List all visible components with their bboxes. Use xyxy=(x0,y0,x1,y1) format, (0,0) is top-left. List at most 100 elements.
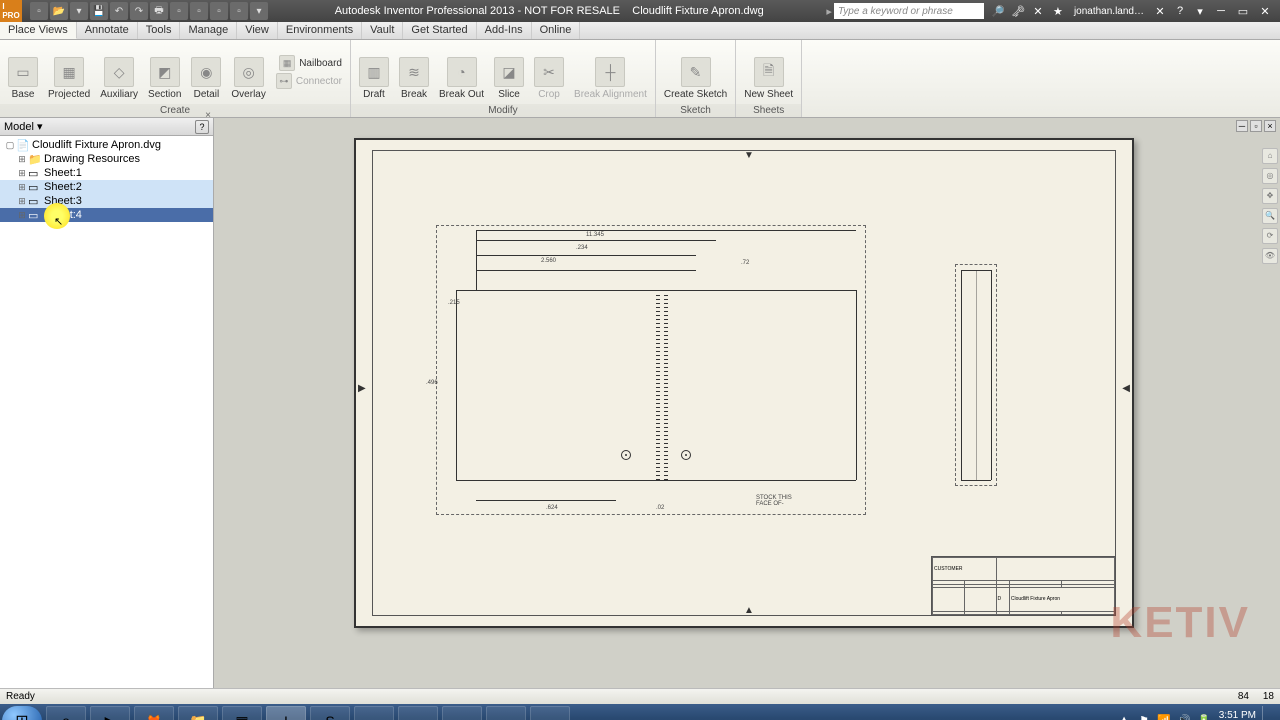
tab-tools[interactable]: Tools xyxy=(138,22,181,39)
qat-print-icon[interactable]: 🖶 xyxy=(150,2,168,20)
exchange-icon[interactable]: ✕ xyxy=(1030,3,1046,19)
minimize-button[interactable]: ─ xyxy=(1212,3,1230,19)
taskbar-app2-icon[interactable]: ▫ xyxy=(398,706,438,720)
tab-place-views[interactable]: Place Views xyxy=(0,22,77,39)
ribbon: ▭Base ▦Projected ◇Auxiliary ◩Section ◉De… xyxy=(0,40,1280,118)
tray-net-icon[interactable]: 📶 xyxy=(1157,714,1171,720)
tree-sheet-1[interactable]: ⊞▭Sheet:1 xyxy=(0,166,213,180)
nav-wheel-icon[interactable]: ◎ xyxy=(1262,168,1278,184)
taskbar-app5-icon[interactable]: ▫ xyxy=(530,706,570,720)
help-dropdown-icon[interactable]: ▾ xyxy=(1192,3,1208,19)
taskbar-media-icon[interactable]: ▶ xyxy=(90,706,130,720)
tree-sheet-3[interactable]: ⊞▭Sheet:3 xyxy=(0,194,213,208)
tree-sheet-2[interactable]: ⊞▭Sheet:2 xyxy=(0,180,213,194)
tree-drawing-resources[interactable]: ⊞📁Drawing Resources xyxy=(0,152,213,166)
tab-get-started[interactable]: Get Started xyxy=(403,22,476,39)
maximize-button[interactable]: ▭ xyxy=(1234,3,1252,19)
new-sheet-button[interactable]: 🗎New Sheet xyxy=(740,42,797,102)
qat-btn-2[interactable]: ▫ xyxy=(190,2,208,20)
show-desktop-button[interactable] xyxy=(1262,706,1270,720)
break-button[interactable]: ≋Break xyxy=(395,42,433,102)
qat-open-icon[interactable]: 📂 xyxy=(50,2,68,20)
tab-online[interactable]: Online xyxy=(532,22,581,39)
nav-zoom-icon[interactable]: 🔍 xyxy=(1262,208,1278,224)
section-button[interactable]: ◩Section xyxy=(144,42,185,102)
nav-orbit-icon[interactable]: ⟳ xyxy=(1262,228,1278,244)
nav-home-icon[interactable]: ⌂ xyxy=(1262,148,1278,164)
tab-view[interactable]: View xyxy=(237,22,278,39)
taskbar-skype-icon[interactable]: S xyxy=(310,706,350,720)
draft-button[interactable]: ▥Draft xyxy=(355,42,393,102)
qat-btn-4[interactable]: ▫ xyxy=(230,2,248,20)
tray-flag-icon[interactable]: ⚑ xyxy=(1137,714,1151,720)
doc-min-icon[interactable]: ─ xyxy=(1236,120,1248,132)
qat-dropdown-icon[interactable]: ▾ xyxy=(70,2,88,20)
qat-btn-1[interactable]: ▫ xyxy=(170,2,188,20)
doc-restore-icon[interactable]: ▫ xyxy=(1250,120,1262,132)
browser-help-icon[interactable]: ? xyxy=(195,120,209,134)
tree-sheet-4[interactable]: ⊞▭Sheet:4 xyxy=(0,208,213,222)
nailboard-button[interactable]: ▦Nailboard xyxy=(272,54,346,72)
start-button[interactable]: ⊞ xyxy=(2,706,42,720)
taskbar-explorer-icon[interactable]: 📁 xyxy=(178,706,218,720)
qat-save-icon[interactable]: 💾 xyxy=(90,2,108,20)
status-text: Ready xyxy=(6,691,35,702)
titlebar: IPRO ▫ 📂 ▾ 💾 ↶ ↷ 🖶 ▫ ▫ ▫ ▫ ▾ Autodesk In… xyxy=(0,0,1280,22)
auxiliary-button[interactable]: ◇Auxiliary xyxy=(96,42,142,102)
taskbar-inventor-icon[interactable]: I xyxy=(266,706,306,720)
base-button[interactable]: ▭Base xyxy=(4,42,42,102)
projected-icon: ▦ xyxy=(54,57,84,87)
qat-new-icon[interactable]: ▫ xyxy=(30,2,48,20)
taskbar-firefox-icon[interactable]: 🦊 xyxy=(134,706,174,720)
tree-root[interactable]: ▢📄Cloudlift Fixture Apron.dvg xyxy=(0,138,213,152)
qat-undo-icon[interactable]: ↶ xyxy=(110,2,128,20)
nav-pan-icon[interactable]: ✥ xyxy=(1262,188,1278,204)
taskbar-calc-icon[interactable]: ▦ xyxy=(222,706,262,720)
panel-close-icon[interactable]: × xyxy=(205,110,211,121)
browser-header[interactable]: Model ▾ ? xyxy=(0,118,213,136)
help-icon[interactable]: ? xyxy=(1172,3,1188,19)
search-input[interactable]: Type a keyword or phrase xyxy=(834,3,984,19)
tab-add-ins[interactable]: Add-Ins xyxy=(477,22,532,39)
doc-close-icon[interactable]: × xyxy=(1264,120,1276,132)
taskbar-app4-icon[interactable]: ▫ xyxy=(486,706,526,720)
key-icon[interactable]: 🗝 xyxy=(1010,3,1026,19)
taskbar-app3-icon[interactable]: ▫ xyxy=(442,706,482,720)
tab-vault[interactable]: Vault xyxy=(362,22,403,39)
qat-more-icon[interactable]: ▾ xyxy=(250,2,268,20)
tab-manage[interactable]: Manage xyxy=(180,22,237,39)
favorite-icon[interactable]: ★ xyxy=(1050,3,1066,19)
taskbar-apps: e ▶ 🦊 📁 ▦ I S ▫ ▫ ▫ ▫ ▫ xyxy=(46,706,570,720)
status-bar: Ready 84 18 xyxy=(0,688,1280,704)
close-button[interactable]: ✕ xyxy=(1256,3,1274,19)
qat-btn-3[interactable]: ▫ xyxy=(210,2,228,20)
title-right-icons: 🔎 🗝 ✕ ★ jonathan.land… ✕ ? ▾ ─ ▭ ✕ xyxy=(984,3,1280,19)
projected-button[interactable]: ▦Projected xyxy=(44,42,94,102)
app-icon[interactable]: IPRO xyxy=(0,0,22,22)
close-user-icon[interactable]: ✕ xyxy=(1152,3,1168,19)
detail-button[interactable]: ◉Detail xyxy=(187,42,225,102)
create-sketch-button[interactable]: ✎Create Sketch xyxy=(660,42,731,102)
binoculars-icon[interactable]: 🔎 xyxy=(990,3,1006,19)
nav-look-icon[interactable]: 👁 xyxy=(1262,248,1278,264)
browser-title: Model xyxy=(4,121,34,133)
tab-annotate[interactable]: Annotate xyxy=(77,22,138,39)
search-caret-icon: ▸ xyxy=(826,5,832,18)
dwg-icon: 📄 xyxy=(16,139,30,151)
tray-clock[interactable]: 3:51 PM 1/6/2013 xyxy=(1217,710,1256,720)
taskbar-ie-icon[interactable]: e xyxy=(46,706,86,720)
drawing-canvas[interactable]: ─ ▫ × ⌂ ◎ ✥ 🔍 ⟳ 👁 ▼ ▲ ▶ ◀ xyxy=(214,118,1280,688)
tray-up-icon[interactable]: ▲ xyxy=(1117,714,1131,720)
overlay-button[interactable]: ◎Overlay xyxy=(227,42,269,102)
tray-vol-icon[interactable]: 🔊 xyxy=(1177,714,1191,720)
taskbar-app1-icon[interactable]: ▫ xyxy=(354,706,394,720)
taskbar: ⊞ e ▶ 🦊 📁 ▦ I S ▫ ▫ ▫ ▫ ▫ ▲ ⚑ 📶 🔊 🔋 3:51… xyxy=(0,704,1280,720)
tray-power-icon[interactable]: 🔋 xyxy=(1197,714,1211,720)
watermark: KETIV xyxy=(1110,598,1250,648)
crop-icon: ✂ xyxy=(534,57,564,87)
qat-redo-icon[interactable]: ↷ xyxy=(130,2,148,20)
tab-environments[interactable]: Environments xyxy=(278,22,362,39)
breakout-button[interactable]: ◔Break Out xyxy=(435,42,488,102)
user-label[interactable]: jonathan.land… xyxy=(1070,6,1148,17)
slice-button[interactable]: ◪Slice xyxy=(490,42,528,102)
